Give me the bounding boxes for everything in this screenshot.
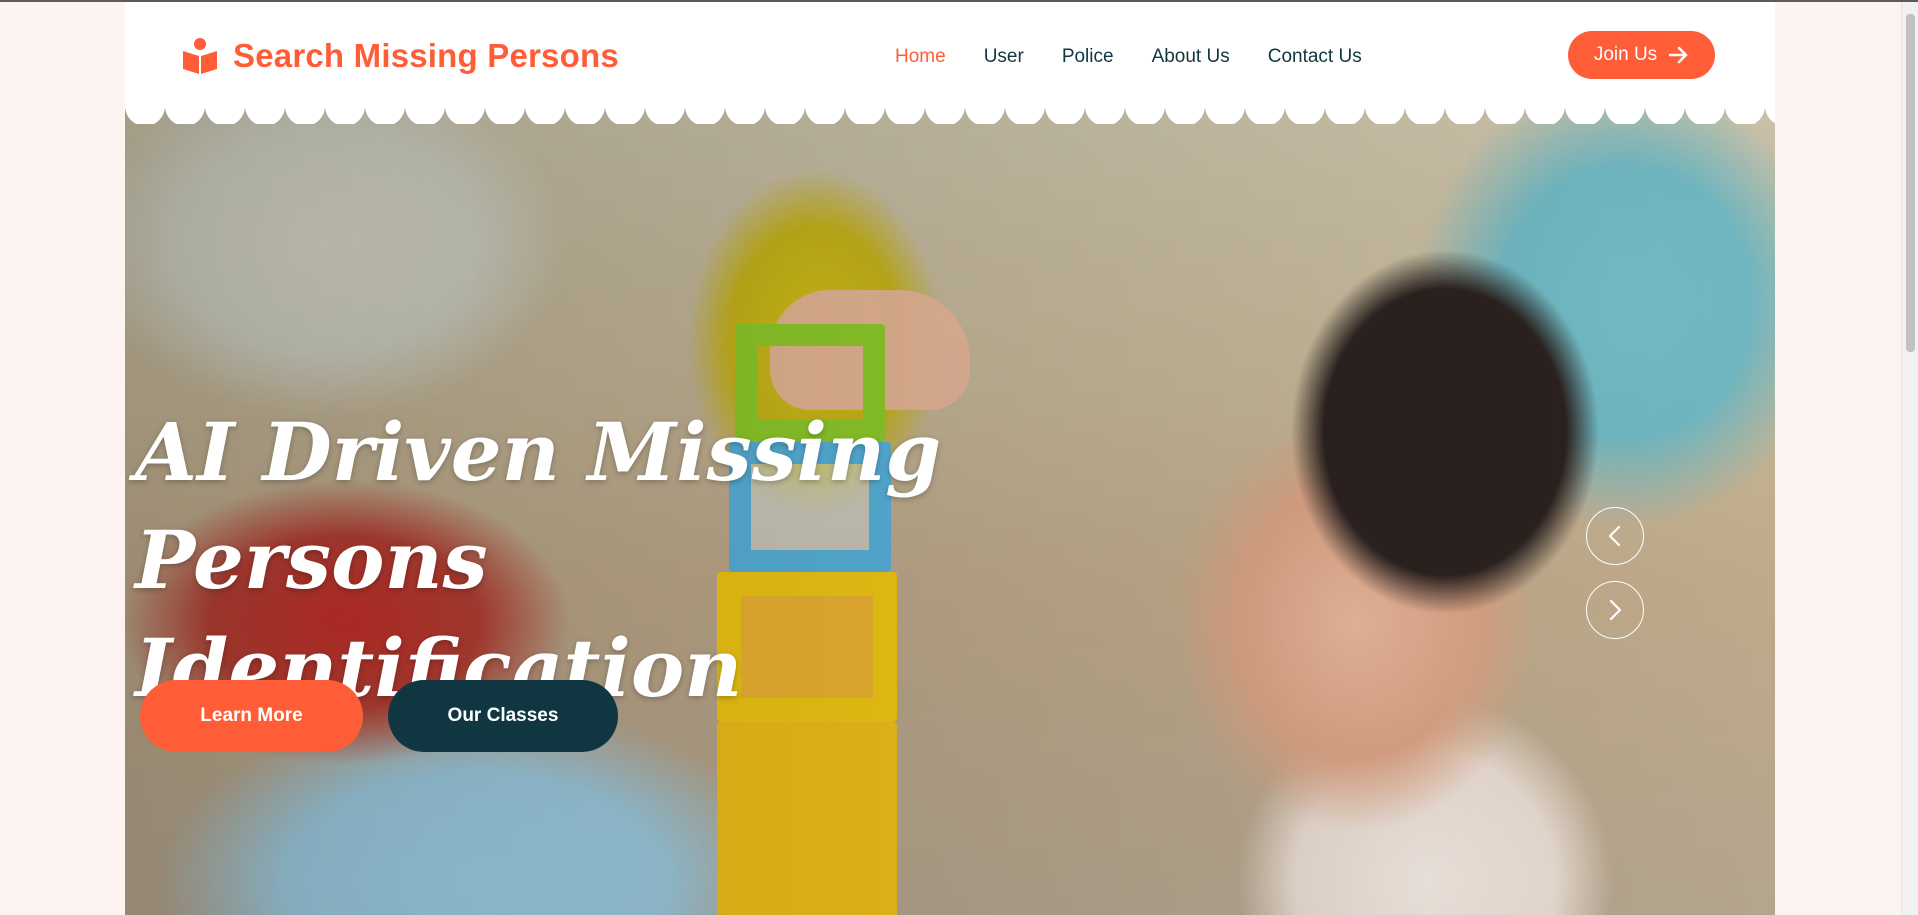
carousel-prev-button[interactable] xyxy=(1586,507,1644,565)
nav-police[interactable]: Police xyxy=(1043,42,1133,72)
scrollbar-thumb[interactable] xyxy=(1906,14,1915,352)
chevron-right-icon xyxy=(1609,599,1622,621)
nav-about-us[interactable]: About Us xyxy=(1133,42,1249,72)
brand-name: Search Missing Persons xyxy=(233,37,619,74)
hero-carousel: AI Driven Missing Persons Identification … xyxy=(125,102,1775,915)
main-nav: Home User Police About Us Contact Us xyxy=(876,42,1381,72)
hero-title: AI Driven Missing Persons Identification xyxy=(135,398,1235,722)
hero-title-line-1: AI Driven Missing Persons xyxy=(135,405,942,607)
chevron-left-icon xyxy=(1608,525,1621,547)
arrow-right-icon xyxy=(1669,46,1688,64)
header-scallop-edge xyxy=(125,102,1775,124)
book-reader-icon xyxy=(183,38,217,74)
nav-contact-us[interactable]: Contact Us xyxy=(1249,42,1381,72)
our-classes-button[interactable]: Our Classes xyxy=(388,680,618,752)
join-us-label: Join Us xyxy=(1593,44,1658,65)
carousel-next-button[interactable] xyxy=(1586,581,1644,639)
site-header: Search Missing Persons Home User Police … xyxy=(125,2,1775,108)
nav-home[interactable]: Home xyxy=(876,42,965,72)
join-us-button[interactable]: Join Us xyxy=(1568,31,1715,79)
scallop-path xyxy=(125,102,1775,124)
brand-logo-link[interactable]: Search Missing Persons xyxy=(181,32,619,80)
page-container: AI Driven Missing Persons Identification … xyxy=(125,2,1775,915)
learn-more-button[interactable]: Learn More xyxy=(140,680,363,752)
nav-user[interactable]: User xyxy=(965,42,1043,72)
page-scrollbar[interactable] xyxy=(1901,2,1918,915)
